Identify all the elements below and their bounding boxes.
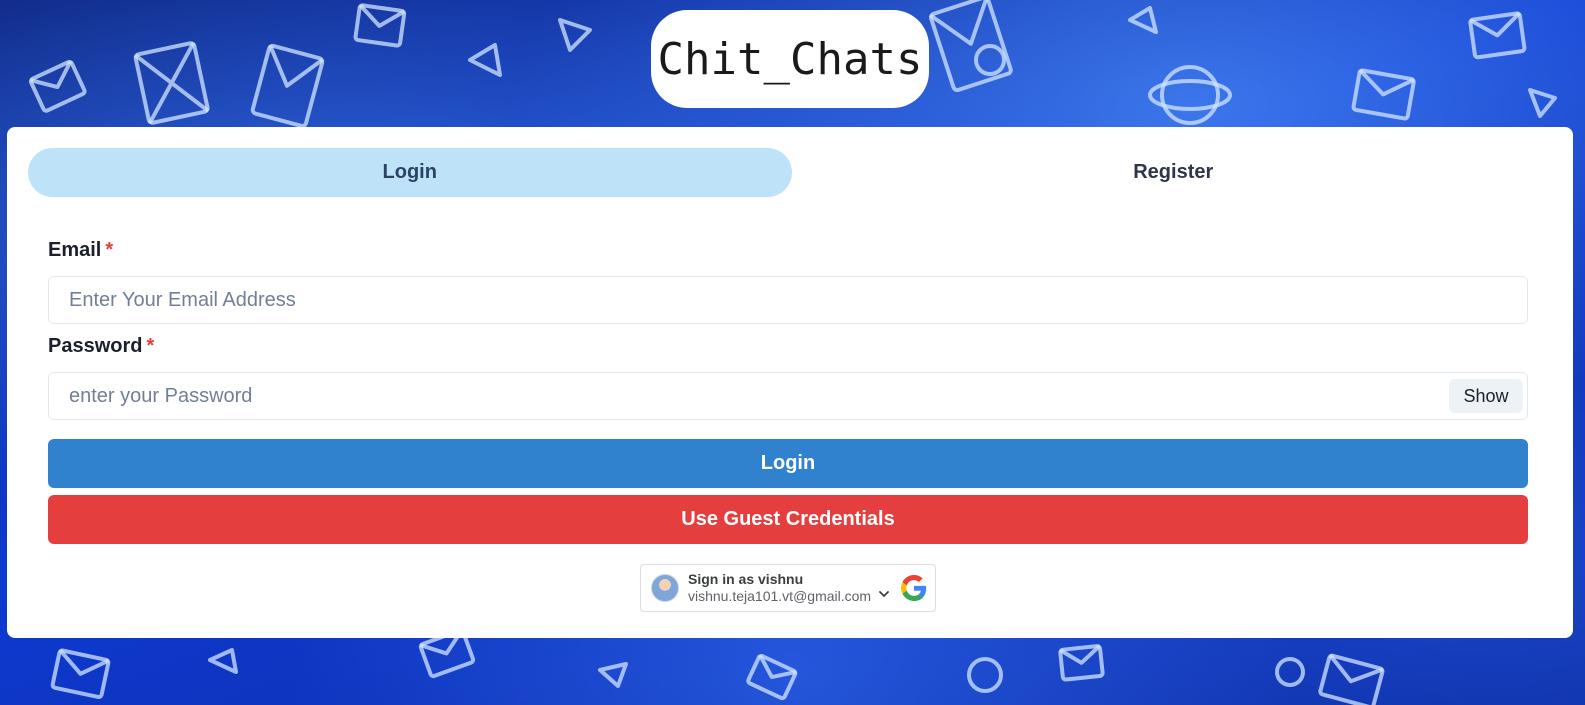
show-password-button[interactable]: Show [1449, 379, 1523, 413]
google-signin-email: vishnu.teja101.vt@gmail.com [688, 588, 872, 604]
auth-tabs: Login Register [28, 148, 1555, 197]
email-label: Email * [48, 239, 113, 262]
google-signin-name: Sign in as vishnu [688, 571, 804, 587]
tab-login[interactable]: Login [28, 148, 792, 197]
tab-register[interactable]: Register [792, 148, 1556, 197]
google-account-text: Sign in as vishnu vishnu.teja101.vt@gmai… [688, 571, 871, 605]
google-signin-button[interactable]: Sign in as vishnu vishnu.teja101.vt@gmai… [640, 564, 936, 612]
brand-header: Chit_Chats [651, 10, 929, 108]
auth-card: Login Register Email* Password* Show Log… [7, 127, 1573, 638]
password-required-mark: * [146, 335, 155, 357]
password-label: Password * [48, 335, 154, 358]
email-label-text: Email [48, 239, 102, 261]
email-required-mark: * [105, 239, 114, 261]
password-input[interactable] [48, 372, 1528, 420]
app-title: Chit_Chats [657, 33, 923, 85]
chevron-down-icon[interactable] [877, 587, 891, 601]
google-logo-icon [901, 575, 927, 601]
email-input[interactable] [48, 276, 1528, 324]
avatar [651, 574, 679, 602]
guest-credentials-button[interactable]: Use Guest Credentials [48, 495, 1528, 544]
login-button[interactable]: Login [48, 439, 1528, 488]
password-label-text: Password [48, 335, 143, 357]
